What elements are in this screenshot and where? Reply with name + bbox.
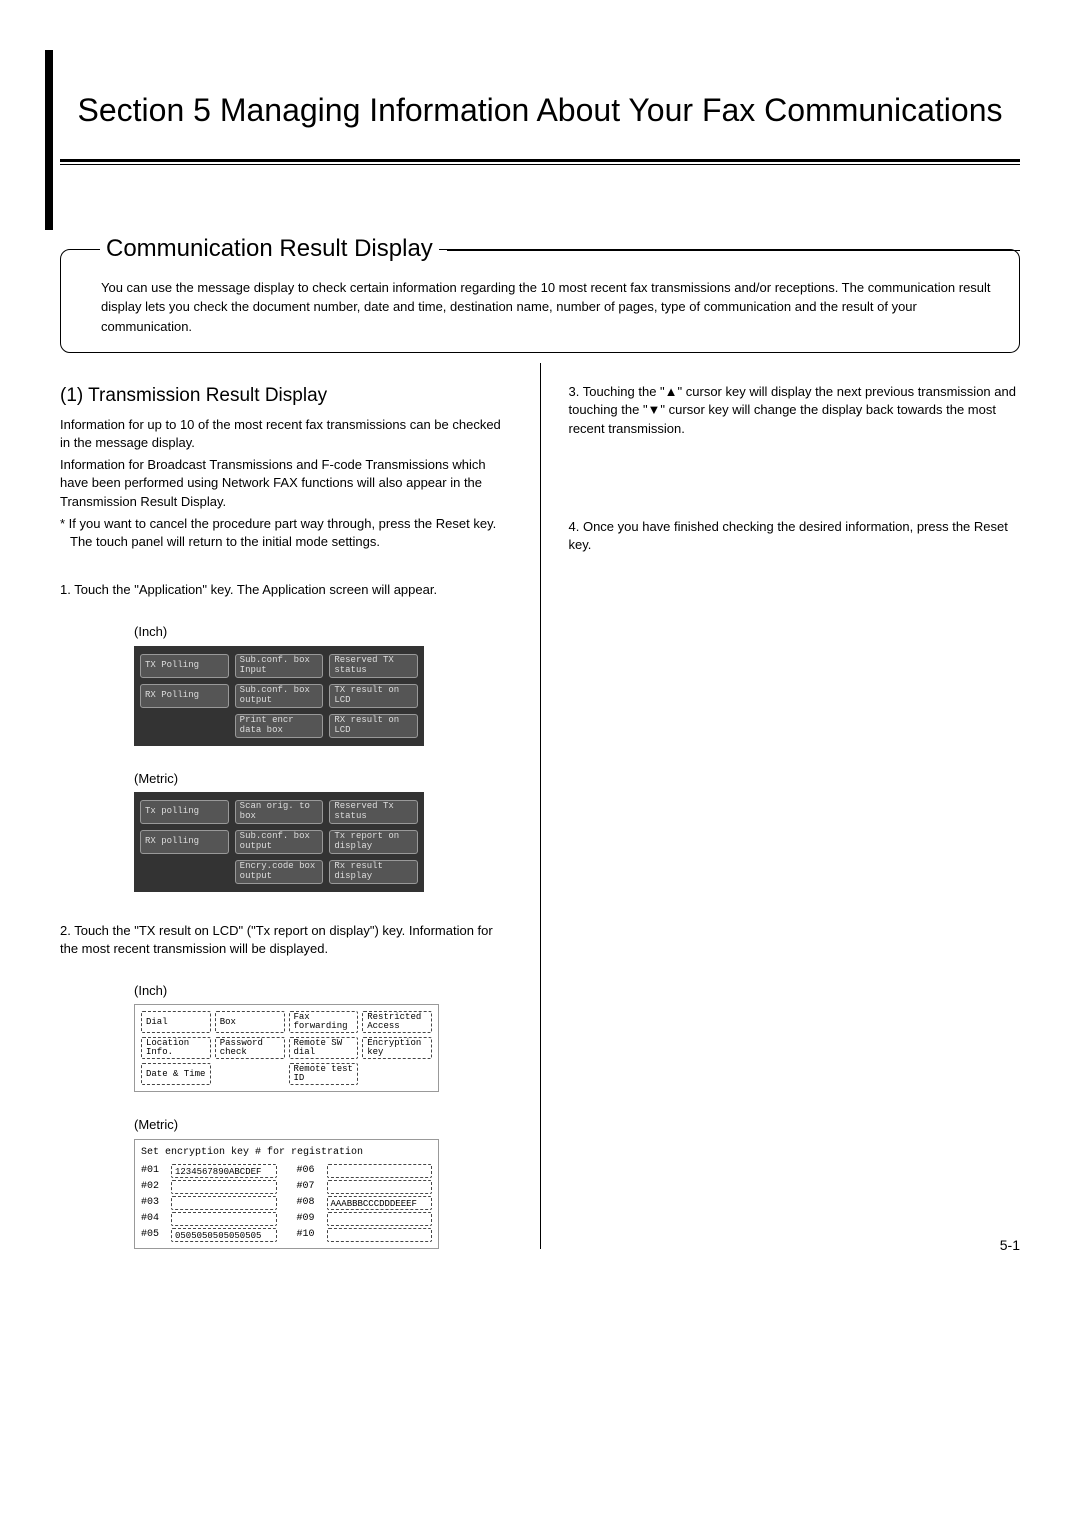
app-btn[interactable]: Rx result display (329, 860, 418, 884)
enc-field[interactable] (171, 1180, 277, 1194)
enc-field[interactable]: 1234567890ABCDEF (171, 1164, 277, 1178)
app-btn[interactable]: RX result on LCD (329, 714, 418, 738)
label-inch: (Inch) (134, 623, 512, 641)
enc-id: #02 (141, 1180, 167, 1194)
res-btn[interactable]: Location Info. (141, 1037, 211, 1059)
enc-id: #07 (297, 1180, 323, 1194)
tx-p2: Information for Broadcast Transmissions … (60, 456, 512, 511)
app-btn[interactable]: RX Polling (140, 684, 229, 708)
app-btn[interactable]: Reserved TX status (329, 654, 418, 678)
enc-id: #08 (297, 1196, 323, 1210)
label-metric: (Metric) (134, 770, 512, 788)
enc-title: Set encryption key # for registration (141, 1146, 432, 1160)
app-btn[interactable]: Scan orig. to box (235, 800, 324, 824)
enc-id: #09 (297, 1212, 323, 1226)
app-btn[interactable]: Reserved Tx status (329, 800, 418, 824)
enc-field[interactable] (171, 1196, 277, 1210)
res-btn[interactable]: Date & Time (141, 1063, 211, 1085)
app-btn[interactable]: Encry.code box output (235, 860, 324, 884)
app-btn[interactable]: Sub.conf. box output (235, 684, 324, 708)
label-metric2: (Metric) (134, 1116, 512, 1134)
enc-field[interactable] (327, 1228, 433, 1242)
res-btn[interactable]: Box (215, 1011, 285, 1033)
enc-field[interactable] (327, 1212, 433, 1226)
enc-field[interactable]: AAABBBCCCDDDEEEF (327, 1196, 433, 1210)
tx-note: * If you want to cancel the procedure pa… (60, 515, 512, 551)
enc-id: #05 (141, 1228, 167, 1242)
res-btn[interactable]: Dial (141, 1011, 211, 1033)
tx-p1: Information for up to 10 of the most rec… (60, 416, 512, 452)
intro-text: You can use the message display to check… (60, 249, 1020, 354)
enc-field[interactable]: 0505050505050505 (171, 1228, 277, 1242)
step-4: 4. Once you have finished checking the d… (569, 518, 1021, 554)
app-btn[interactable]: Sub.conf. box output (235, 830, 324, 854)
right-column: 3. Touching the "▲" cursor key will disp… (569, 383, 1021, 1248)
app-btn[interactable]: Sub.conf. box Input (235, 654, 324, 678)
app-btn[interactable]: TX Polling (140, 654, 229, 678)
page-number: 5-1 (1000, 1237, 1020, 1253)
section-rule (60, 159, 1020, 165)
app-btn[interactable]: Tx polling (140, 800, 229, 824)
app-btn[interactable]: RX polling (140, 830, 229, 854)
intro-box: Communication Result Display You can use… (60, 235, 1020, 354)
enc-id: #03 (141, 1196, 167, 1210)
app-btn[interactable]: Tx report on display (329, 830, 418, 854)
res-btn[interactable]: Fax forwarding (289, 1011, 359, 1033)
app-btn[interactable]: Print encr data box (235, 714, 324, 738)
res-btn[interactable]: Remote test ID (289, 1063, 359, 1085)
label-inch2: (Inch) (134, 982, 512, 1000)
transmission-subhead: (1) Transmission Result Display (60, 383, 512, 410)
res-panel-inch: Dial Box Fax forwarding Restricted Acces… (134, 1004, 439, 1092)
app-panel-inch: TX Polling Sub.conf. box Input Reserved … (134, 646, 424, 746)
res-btn[interactable]: Password check (215, 1037, 285, 1059)
left-column: (1) Transmission Result Display Informat… (60, 383, 512, 1248)
section-bar (45, 50, 53, 230)
page: Section 5 Managing Information About You… (0, 0, 1080, 1289)
enc-id: #06 (297, 1164, 323, 1178)
two-column: (1) Transmission Result Display Informat… (60, 383, 1020, 1248)
app-panel-metric: Tx polling Scan orig. to box Reserved Tx… (134, 792, 424, 892)
res-btn[interactable]: Restricted Access (362, 1011, 432, 1033)
enc-field[interactable] (327, 1180, 433, 1194)
section-header: Section 5 Managing Information About You… (60, 70, 1020, 165)
enc-field[interactable] (327, 1164, 433, 1178)
res-btn[interactable]: Encryption key (362, 1037, 432, 1059)
enc-id: #10 (297, 1228, 323, 1242)
enc-id: #04 (141, 1212, 167, 1226)
encryption-panel: Set encryption key # for registration #0… (134, 1139, 439, 1249)
intro-rule (447, 250, 1020, 251)
section-title: Section 5 Managing Information About You… (60, 70, 1020, 139)
column-divider (540, 363, 541, 1248)
intro-title: Communication Result Display (100, 235, 439, 263)
enc-id: #01 (141, 1164, 167, 1178)
res-btn[interactable]: Remote SW dial (289, 1037, 359, 1059)
step-2: 2. Touch the "TX result on LCD" ("Tx rep… (60, 922, 512, 958)
step-3: 3. Touching the "▲" cursor key will disp… (569, 383, 1021, 438)
app-btn[interactable]: TX result on LCD (329, 684, 418, 708)
step-1: 1. Touch the "Application" key. The Appl… (60, 581, 512, 599)
enc-field[interactable] (171, 1212, 277, 1226)
